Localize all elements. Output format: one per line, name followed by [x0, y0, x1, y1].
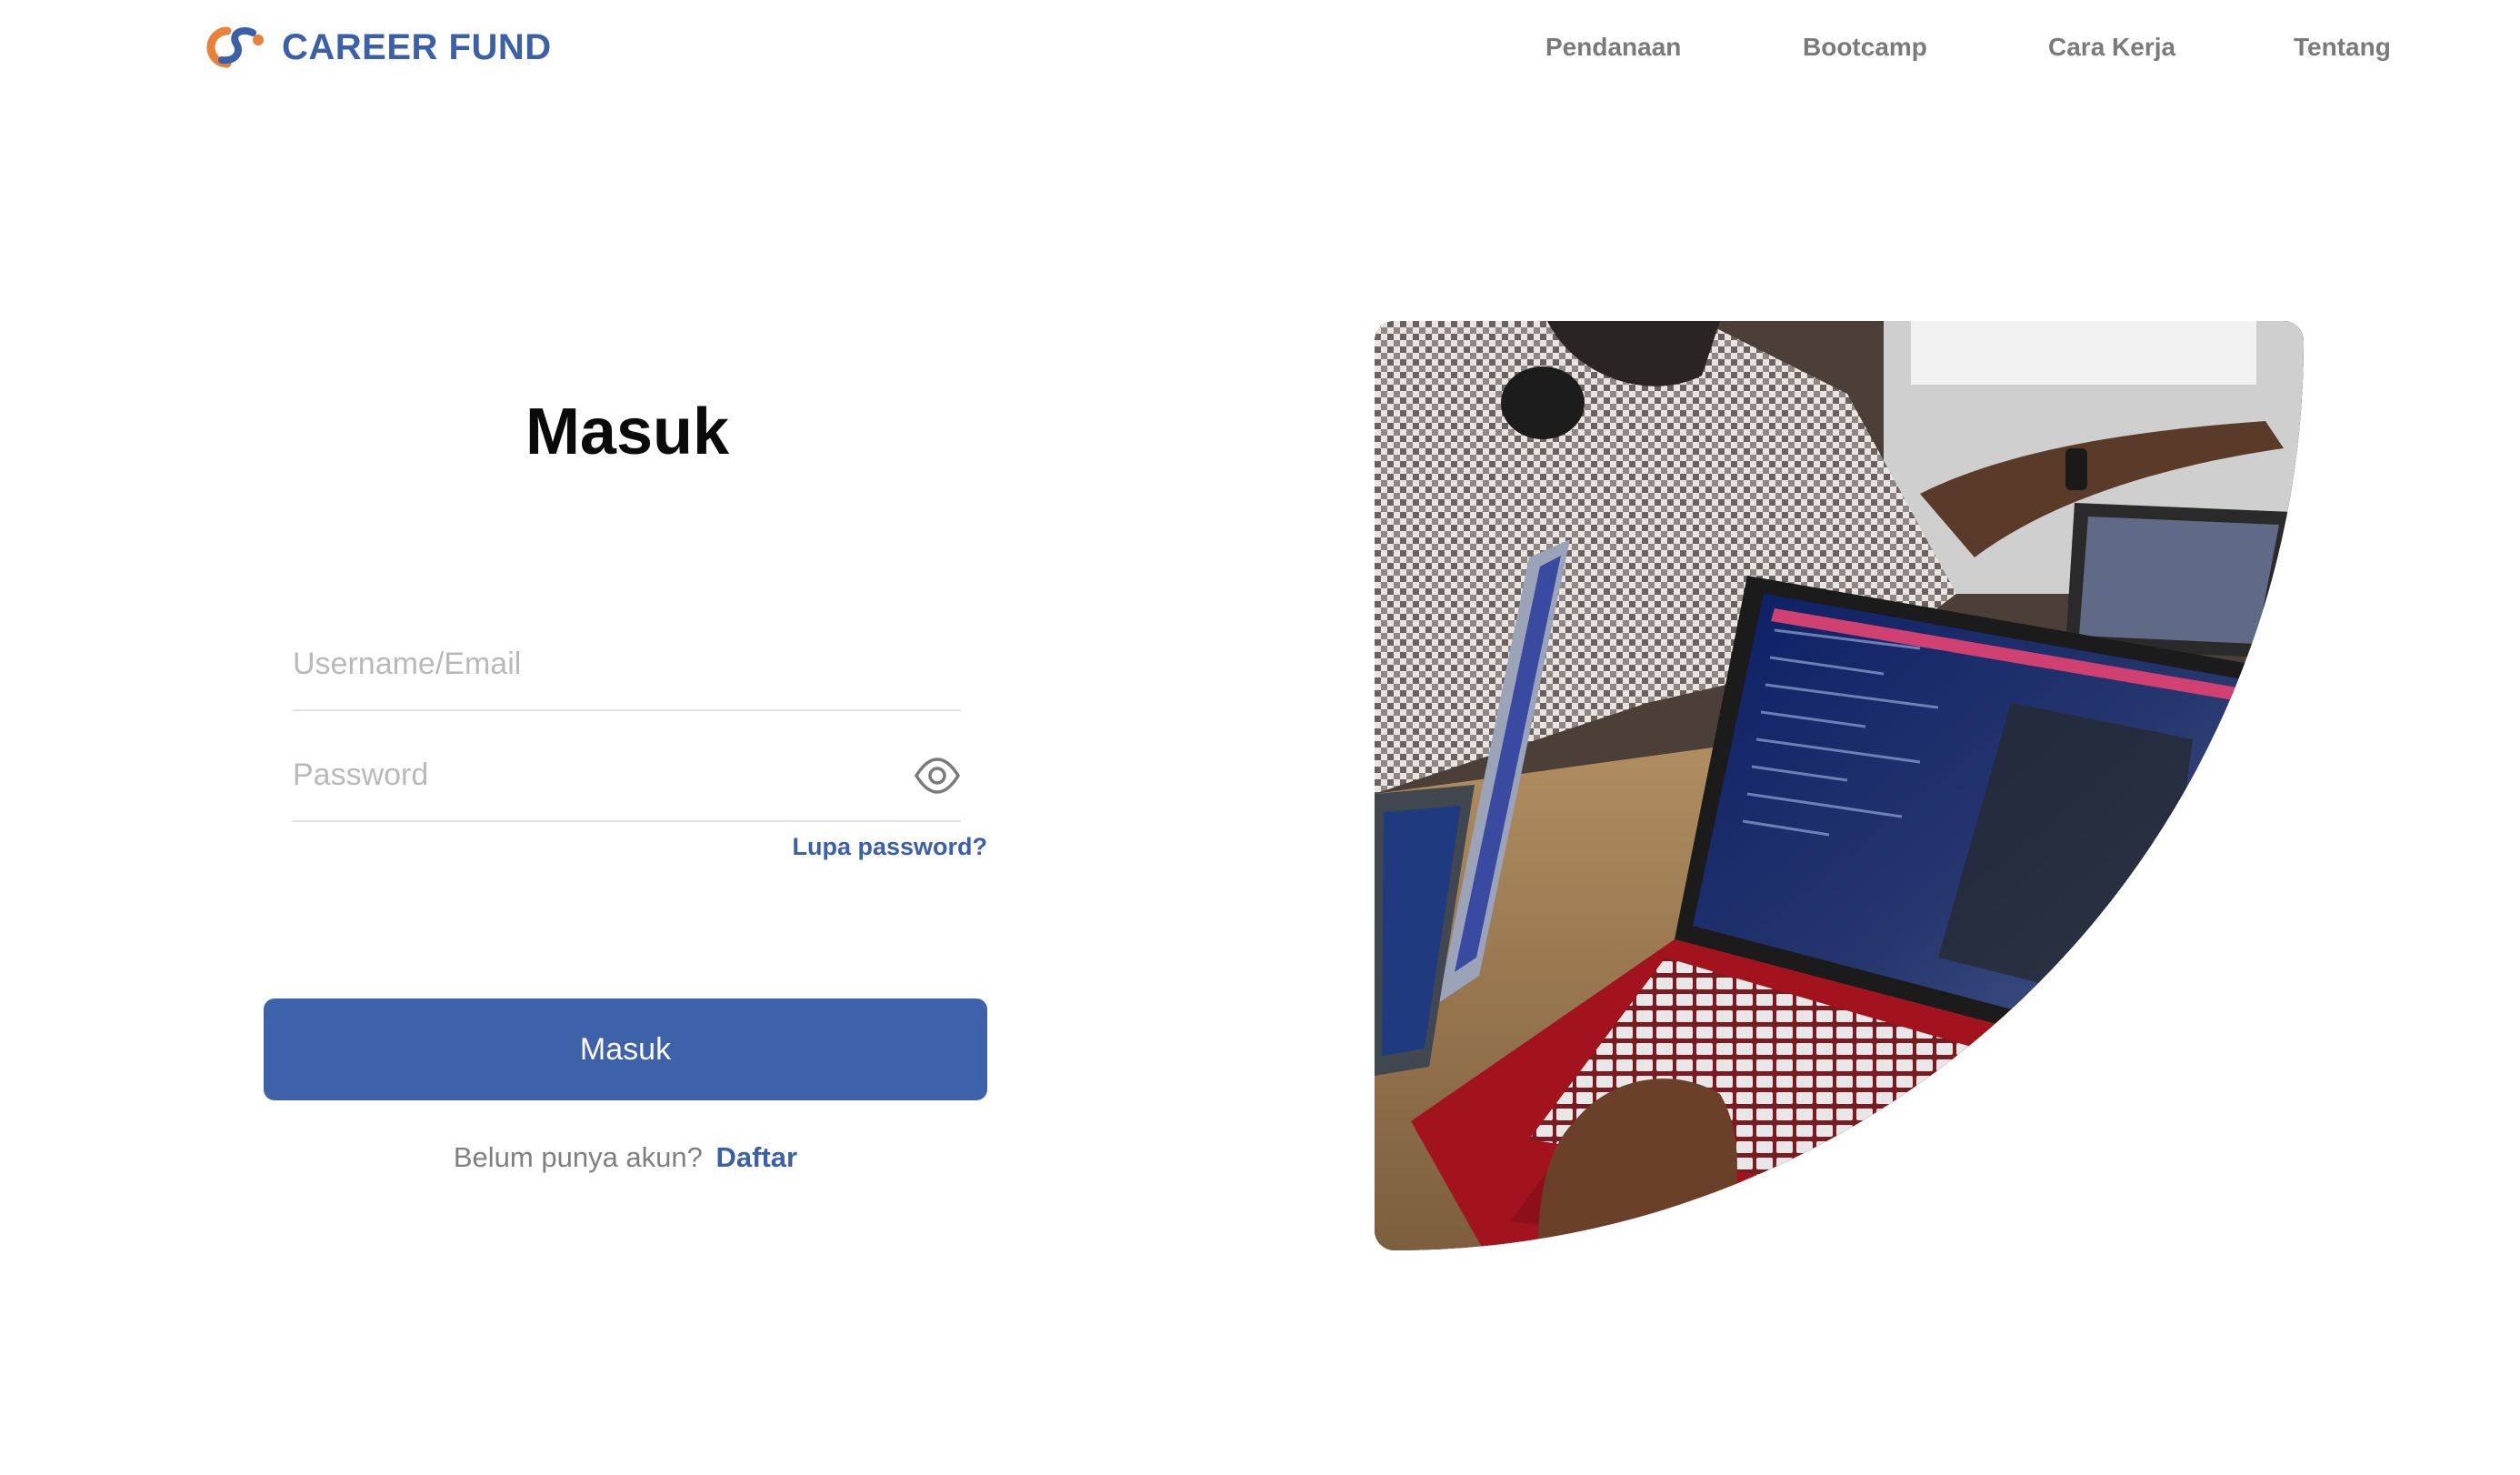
password-field: [293, 733, 961, 822]
forgot-password-link[interactable]: Lupa password?: [792, 833, 987, 861]
signup-prompt-text: Belum punya akun?: [453, 1141, 703, 1173]
page-title: Masuk: [525, 396, 730, 468]
signup-prompt: Belum punya akun? Daftar: [264, 1141, 987, 1174]
nav-item-pendanaan[interactable]: Pendanaan: [1545, 29, 1681, 65]
hero-photo-illustration: [1375, 321, 2304, 1250]
eye-icon[interactable]: [914, 755, 961, 797]
username-input[interactable]: [293, 622, 875, 706]
nav-item-bootcamp[interactable]: Bootcamp: [1803, 29, 1927, 65]
login-page: CAREER FUND Pendanaan Bootcamp Cara Kerj…: [0, 0, 2520, 1475]
nav-item-tentang[interactable]: Tentang: [2294, 29, 2391, 65]
nav-item-cara-kerja[interactable]: Cara Kerja: [2048, 29, 2175, 65]
hero-image: [1375, 321, 2304, 1250]
username-field: [293, 622, 961, 711]
brand-logo[interactable]: CAREER FUND: [200, 22, 552, 73]
brand-name: CAREER FUND: [282, 26, 552, 67]
career-fund-logo-icon: [206, 26, 264, 68]
signup-link[interactable]: Daftar: [716, 1141, 798, 1173]
login-submit-button[interactable]: Masuk: [264, 998, 987, 1100]
password-input[interactable]: [293, 733, 875, 817]
